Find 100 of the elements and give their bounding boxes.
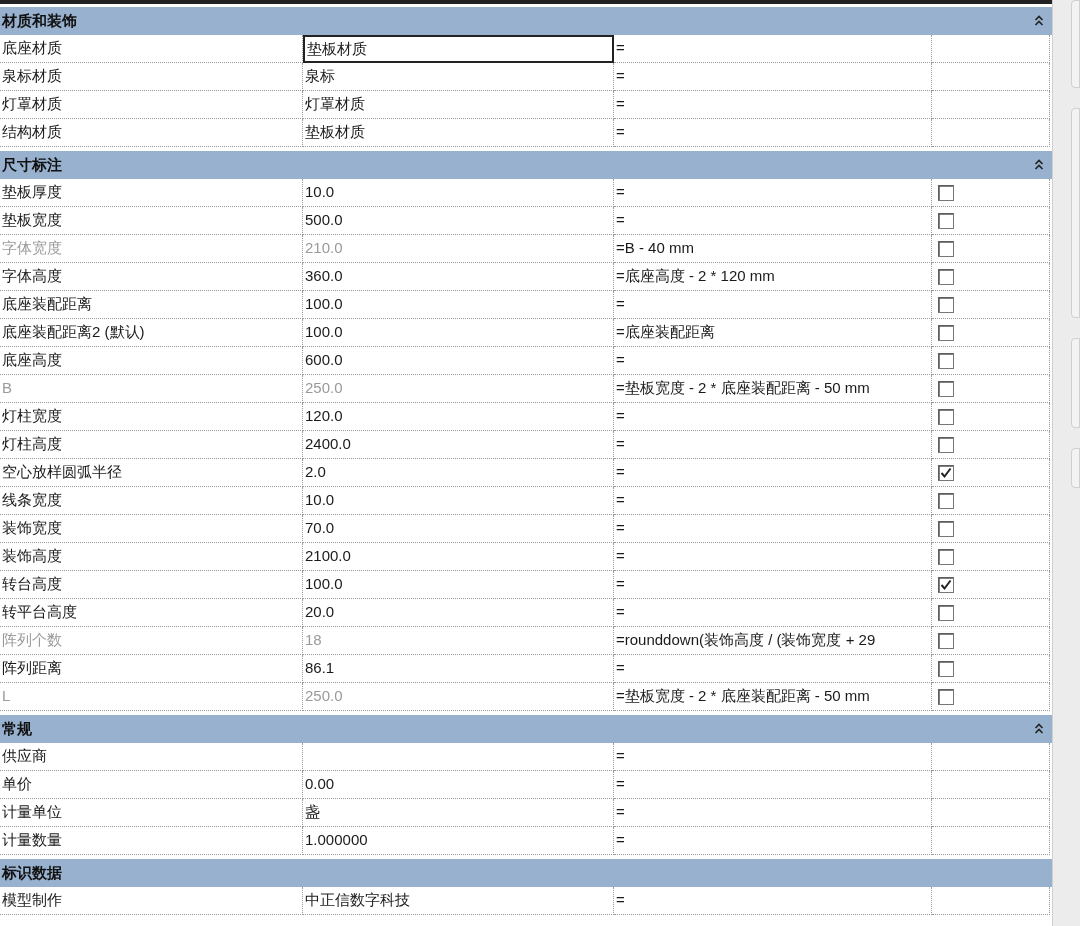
- formula-text: =: [616, 294, 625, 315]
- section-header[interactable]: 常规: [0, 715, 1052, 743]
- value-field[interactable]: 120.0: [303, 403, 614, 431]
- formula-text: =: [616, 518, 625, 539]
- parameter-name: 阵列距离: [2, 658, 62, 679]
- parameter-name: 底座装配距离2 (默认): [2, 322, 145, 343]
- value-field[interactable]: 500.0: [303, 207, 614, 235]
- parameter-name: 计量单位: [2, 802, 62, 823]
- parameter-name: 单价: [2, 774, 32, 795]
- formula-text: =: [616, 462, 625, 483]
- value-field[interactable]: 2100.0: [303, 543, 614, 571]
- value-field[interactable]: 600.0: [303, 347, 614, 375]
- parameter-name: 线条宽度: [2, 490, 62, 511]
- value-field[interactable]: 1.000000: [303, 827, 614, 855]
- value-field[interactable]: 20.0: [303, 599, 614, 627]
- value-field[interactable]: 泉标: [303, 63, 614, 91]
- parameter-name: 垫板厚度: [2, 182, 62, 203]
- formula-text: =: [616, 890, 625, 911]
- lock-checkbox[interactable]: [938, 184, 954, 201]
- section-header[interactable]: 尺寸标注: [0, 151, 1052, 179]
- lock-checkbox[interactable]: [938, 436, 954, 453]
- parameter-name: 灯柱高度: [2, 434, 62, 455]
- parameter-name: 底座高度: [2, 350, 62, 371]
- lock-checkbox[interactable]: [938, 268, 954, 285]
- parameter-name: 转平台高度: [2, 602, 77, 623]
- formula-text: =: [616, 210, 625, 231]
- parameter-name: 字体宽度: [2, 238, 62, 259]
- formula-text: =: [616, 406, 625, 427]
- formula-text: =: [616, 66, 625, 87]
- formula-text: =: [616, 574, 625, 595]
- lock-checkbox[interactable]: [938, 604, 954, 621]
- section-header[interactable]: 材质和装饰: [0, 7, 1052, 35]
- value-field[interactable]: 360.0: [303, 263, 614, 291]
- parameter-name: 转台高度: [2, 574, 62, 595]
- value-field[interactable]: 100.0: [303, 319, 614, 347]
- lock-checkbox[interactable]: [938, 660, 954, 677]
- formula-text: =: [616, 94, 625, 115]
- value-field[interactable]: 70.0: [303, 515, 614, 543]
- value-field[interactable]: 10.0: [303, 179, 614, 207]
- formula-text: =rounddown(装饰高度 / (装饰宽度 + 29: [616, 630, 876, 651]
- formula-text: =底座装配距离: [616, 322, 715, 343]
- value-field[interactable]: 盏: [303, 799, 614, 827]
- parameter-name: L: [2, 686, 11, 707]
- value-field[interactable]: 中正信数字科技: [303, 887, 614, 915]
- lock-checkbox[interactable]: [938, 296, 954, 313]
- formula-text: =: [616, 802, 625, 823]
- parameter-name: 底座装配距离: [2, 294, 92, 315]
- parameter-name: 灯柱宽度: [2, 406, 62, 427]
- parameter-name: 灯罩材质: [2, 94, 62, 115]
- parameter-name: 供应商: [2, 746, 47, 767]
- parameter-name: 泉标材质: [2, 66, 62, 87]
- formula-text: =: [616, 774, 625, 795]
- parameter-name: 空心放样圆弧半径: [2, 462, 122, 483]
- formula-text: =: [616, 434, 625, 455]
- formula-text: =: [616, 490, 625, 511]
- parameter-name: 计量数量: [2, 830, 62, 851]
- parameter-name: 装饰高度: [2, 546, 62, 567]
- value-field[interactable]: [303, 743, 614, 771]
- value-field[interactable]: 100.0: [303, 291, 614, 319]
- parameter-name: B: [2, 378, 12, 399]
- value-field[interactable]: 2400.0: [303, 431, 614, 459]
- lock-checkbox[interactable]: [938, 464, 954, 481]
- lock-checkbox[interactable]: [938, 520, 954, 537]
- lock-checkbox[interactable]: [938, 548, 954, 565]
- value-field[interactable]: 10.0: [303, 487, 614, 515]
- parameter-name: 结构材质: [2, 122, 62, 143]
- parameter-name: 垫板宽度: [2, 210, 62, 231]
- parameter-name: 字体高度: [2, 266, 62, 287]
- parameter-name: 底座材质: [2, 38, 62, 59]
- formula-text: =: [616, 546, 625, 567]
- formula-text: =: [616, 746, 625, 767]
- parameter-name: 装饰宽度: [2, 518, 62, 539]
- section-header[interactable]: 标识数据: [0, 859, 1052, 887]
- lock-checkbox[interactable]: [938, 324, 954, 341]
- collapse-icon[interactable]: [1034, 723, 1044, 735]
- value-field[interactable]: 2.0: [303, 459, 614, 487]
- formula-text: =底座高度 - 2 * 120 mm: [616, 266, 775, 287]
- formula-text: =垫板宽度 - 2 * 底座装配距离 - 50 mm: [616, 686, 870, 707]
- formula-text: =: [616, 658, 625, 679]
- collapse-icon[interactable]: [1034, 15, 1044, 27]
- collapse-icon[interactable]: [1034, 159, 1044, 171]
- formula-text: =: [616, 182, 625, 203]
- lock-checkbox[interactable]: [938, 492, 954, 509]
- lock-checkbox[interactable]: [938, 212, 954, 229]
- value-field[interactable]: 垫板材质: [303, 119, 614, 147]
- formula-text: =: [616, 602, 625, 623]
- formula-text: =垫板宽度 - 2 * 底座装配距离 - 50 mm: [616, 378, 870, 399]
- parameter-name: 模型制作: [2, 890, 62, 911]
- lock-checkbox[interactable]: [938, 352, 954, 369]
- value-field[interactable]: 100.0: [303, 571, 614, 599]
- value-field[interactable]: 0.00: [303, 771, 614, 799]
- formula-text: =: [616, 122, 625, 143]
- formula-text: =: [616, 350, 625, 371]
- value-field[interactable]: 垫板材质: [303, 35, 614, 63]
- formula-text: =: [616, 830, 625, 851]
- value-field[interactable]: 86.1: [303, 655, 614, 683]
- lock-checkbox[interactable]: [938, 408, 954, 425]
- value-field[interactable]: 灯罩材质: [303, 91, 614, 119]
- lock-checkbox[interactable]: [938, 576, 954, 593]
- parameter-name: 阵列个数: [2, 630, 62, 651]
